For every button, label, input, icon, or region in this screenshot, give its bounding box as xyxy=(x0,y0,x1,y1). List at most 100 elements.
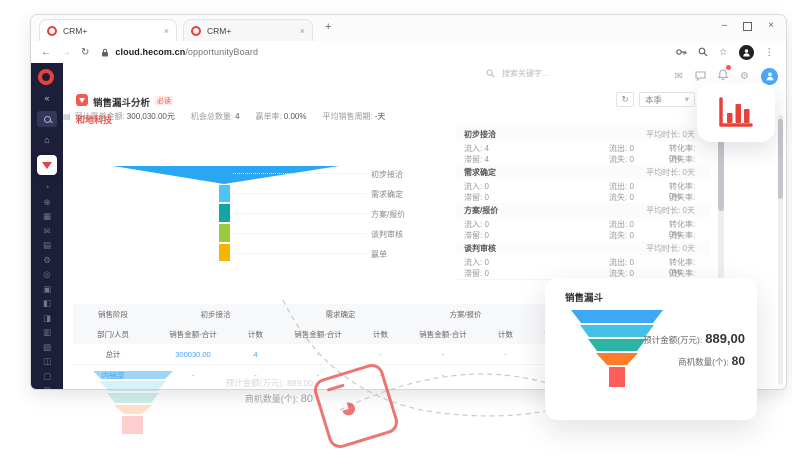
sidebar-item-comment-icon[interactable]: ◨ xyxy=(43,314,51,323)
summary-bar: ▤ 预计赢单金额:300,030.00元 机会总数量:4 赢单率:0.00% 平… xyxy=(63,111,786,122)
sidebar-item-funnel-active[interactable] xyxy=(37,155,57,175)
funnel-icon xyxy=(42,162,52,169)
sidebar-item-settings-icon[interactable]: ⚙ xyxy=(43,256,51,265)
reload-icon[interactable]: ↻ xyxy=(81,47,89,58)
stage-stats-block: 初步接洽平均时长: 0天 流入: 4流出: 0转化率: 0% 滞留: 4流失: … xyxy=(456,127,711,166)
app-sidebar: « ⌂ ◔⊕▦✉▤⚙◎▣◧◨▥▨◫▢⊞▽ xyxy=(31,63,63,389)
panel-scrollbar[interactable] xyxy=(718,127,724,281)
new-tab-button[interactable]: + xyxy=(325,21,331,33)
sidebar-item-trend-icon[interactable]: ◔ xyxy=(44,183,49,192)
group-header: 需求确定 xyxy=(278,309,403,320)
sidebar-item-mail-icon[interactable]: ✉ xyxy=(43,227,50,236)
minimize-button[interactable]: – xyxy=(722,21,728,31)
zoom-icon[interactable] xyxy=(698,47,708,57)
cell: - xyxy=(403,350,483,359)
ghost-funnel-decoration xyxy=(92,371,176,437)
stage-stats-panel: 初步接洽平均时长: 0天 流入: 4流出: 0转化率: 0% 滞留: 4流失: … xyxy=(456,127,711,281)
sales-funnel-card: 销售漏斗 预计金额(万元):889,00 商机数量(个):80 xyxy=(545,278,757,420)
cell: - xyxy=(358,350,403,359)
sidebar-item-chart-bar-icon[interactable]: ▨ xyxy=(43,343,51,352)
profile-avatar[interactable] xyxy=(739,45,754,60)
sidebar-item-briefcase-icon[interactable]: ◫ xyxy=(43,357,51,366)
funnel-stage-4[interactable] xyxy=(219,224,230,242)
stage-stats-block: 谈判审核平均时长: 0天 流入: 0流出: 0转化率: 0% 滞留: 0流失: … xyxy=(456,241,711,280)
cell: - xyxy=(483,350,528,359)
address-bar: ← → ↻ cloud.hecom.cn/opportunityBoard ☆ … xyxy=(31,41,786,64)
col-header: 销售金额-合计 xyxy=(153,329,233,340)
sidebar-search-button[interactable] xyxy=(37,111,57,127)
global-search[interactable] xyxy=(486,68,599,79)
bookmark-star-icon[interactable]: ☆ xyxy=(719,47,728,58)
funnel-stage-1[interactable] xyxy=(113,166,339,184)
sidebar-item-target-icon[interactable]: ⊕ xyxy=(43,198,50,207)
card-amount: 预计金额(万元):889,00 xyxy=(643,330,745,348)
leader-line xyxy=(233,253,366,254)
page-title-tag[interactable]: 必读 xyxy=(155,96,173,106)
tab-title: CRM+ xyxy=(207,26,294,36)
funnel-stage-2[interactable] xyxy=(219,185,230,202)
funnel-stage-3[interactable] xyxy=(219,204,230,222)
refresh-button[interactable]: ↻ xyxy=(616,92,634,107)
funnel-stage-label: 需求确定 xyxy=(371,189,431,200)
funnel-stage-5[interactable] xyxy=(219,244,230,261)
col-header: 计数 xyxy=(233,329,278,340)
corner-people-label: 部门/人员 xyxy=(73,329,153,340)
browser-tab-active[interactable]: CRM+ × xyxy=(39,19,177,41)
crm-favicon xyxy=(47,26,57,36)
sidebar-item-calendar-icon[interactable]: ▦ xyxy=(43,212,51,221)
cell[interactable]: 4 xyxy=(233,350,278,359)
url-text[interactable]: cloud.hecom.cn/opportunityBoard xyxy=(115,47,258,57)
search-icon xyxy=(44,116,51,123)
page-header: 销售漏斗分析 必读 ↻ 本季 ▾ xyxy=(63,89,786,112)
notification-badge xyxy=(726,65,731,70)
chat-icon[interactable] xyxy=(695,71,706,81)
window-controls: – × xyxy=(722,21,774,31)
cell[interactable]: 300030.00 xyxy=(153,350,233,359)
back-icon[interactable]: ← xyxy=(41,47,51,58)
period-select[interactable]: 本季 ▾ xyxy=(639,92,695,107)
tab-close-icon[interactable]: × xyxy=(164,26,169,36)
sidebar-item-folder-icon[interactable]: ▢ xyxy=(43,372,51,381)
group-header: 初步接洽 xyxy=(153,309,278,320)
stage-stats-block: 方案/报价平均时长: 0天 流入: 0流出: 0转化率: 0% 滞留: 0流失:… xyxy=(456,203,711,242)
url-path: /opportunityBoard xyxy=(185,47,258,57)
maximize-button[interactable] xyxy=(743,22,752,31)
funnel-stage-label: 谈判审核 xyxy=(371,229,431,240)
leader-line xyxy=(233,173,366,174)
col-header: 销售金额-合计 xyxy=(278,329,358,340)
summary-item: 平均销售周期:-天 xyxy=(322,111,385,122)
bar-chart-icon xyxy=(718,97,754,129)
user-avatar[interactable] xyxy=(761,68,778,85)
key-icon[interactable] xyxy=(676,47,687,57)
chart-icon-card[interactable] xyxy=(697,83,775,142)
leader-line xyxy=(233,233,366,234)
browser-menu-icon[interactable]: ⋮ xyxy=(765,47,775,58)
sidebar-item-grid-apps-icon[interactable]: ⊞ xyxy=(43,386,50,390)
card-count: 商机数量(个):80 xyxy=(678,352,745,370)
row-label: 总计 xyxy=(73,349,153,360)
funnel-stage-label: 初步接洽 xyxy=(371,169,431,180)
sidebar-item-globe-icon[interactable]: ◎ xyxy=(43,270,50,279)
col-header: 计数 xyxy=(358,329,403,340)
search-input[interactable] xyxy=(500,68,599,79)
tab-close-icon[interactable]: × xyxy=(300,26,305,36)
sidebar-item-id-card-icon[interactable]: ▣ xyxy=(43,285,51,294)
sidebar-item-chat-icon[interactable]: ◧ xyxy=(43,299,51,308)
close-button[interactable]: × xyxy=(768,21,774,31)
sidebar-item-home[interactable]: ⌂ xyxy=(31,135,63,145)
gear-icon[interactable]: ⚙ xyxy=(740,71,749,82)
company-name[interactable]: 和地科技 xyxy=(76,113,112,126)
browser-tab-inactive[interactable]: CRM+ × xyxy=(183,19,313,41)
hecom-logo xyxy=(38,69,54,85)
page-scrollbar[interactable] xyxy=(778,115,783,385)
url-domain: cloud.hecom.cn xyxy=(115,47,185,57)
search-icon xyxy=(486,69,495,78)
period-value: 本季 xyxy=(645,94,662,106)
crm-favicon xyxy=(191,26,201,36)
sidebar-item-chart-line-icon[interactable]: ▥ xyxy=(43,328,51,337)
collapse-sidebar-icon[interactable]: « xyxy=(31,93,63,103)
forward-icon[interactable]: → xyxy=(61,47,71,58)
summary-item: 机会总数量:4 xyxy=(191,111,240,122)
mail-icon[interactable]: ✉ xyxy=(675,71,683,82)
sidebar-item-document-icon[interactable]: ▤ xyxy=(43,241,51,250)
